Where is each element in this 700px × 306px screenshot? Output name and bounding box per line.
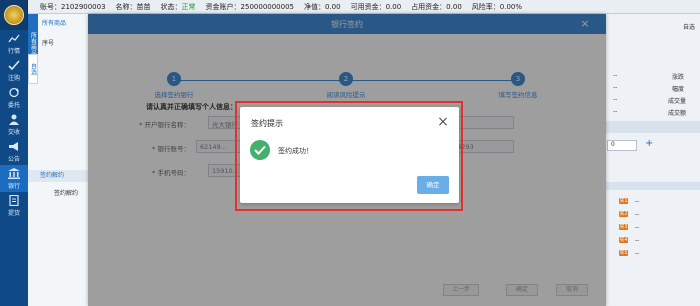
status-value: 正常 <box>181 2 196 11</box>
modal-ok-button[interactable]: 确定 <box>417 176 449 194</box>
dash: -- <box>613 108 618 115</box>
document-icon <box>9 194 19 206</box>
available-text: 可用资金：0.00 <box>350 2 402 11</box>
change-label: 涨跌 <box>672 74 685 81</box>
quantity-input[interactable]: 0 <box>607 140 637 151</box>
dash: -- <box>635 211 640 218</box>
column-seq: 序号 <box>42 40 55 47</box>
fund-account-text: 资金账户：250000000005 <box>205 2 294 11</box>
sidebar-item-label: 交收 <box>7 128 20 136</box>
turnover-label: 成交额 <box>668 110 687 117</box>
sidebar-item-bank[interactable]: 银行 <box>0 165 28 192</box>
sidebar-item-label: 公告 <box>7 155 20 163</box>
sign-section-header[interactable]: 签约解约 <box>28 170 90 182</box>
megaphone-icon <box>9 141 18 151</box>
bid-badge: 买2 <box>619 211 628 217</box>
sidebar-item-label: 提货 <box>7 209 20 217</box>
chart-icon <box>8 34 20 42</box>
sign-menu-item[interactable]: 签约解约 <box>54 188 78 197</box>
refresh-icon <box>9 87 19 97</box>
sidebar-item-notice[interactable]: 公告 <box>0 138 28 165</box>
sidebar-item-subscribe[interactable]: 注购 <box>0 57 28 84</box>
favorites-label[interactable]: 自选 <box>683 22 695 31</box>
bid-badge: 买3 <box>619 224 628 230</box>
dash: -- <box>635 237 640 244</box>
occupied-text: 占用资金：0.00 <box>411 2 462 11</box>
sidebar-item-label: 注购 <box>7 74 20 82</box>
sidebar-item-delivery[interactable]: 交收 <box>0 111 28 138</box>
bid-badge: 买5 <box>619 250 628 256</box>
plus-button[interactable]: + <box>645 138 653 149</box>
sidebar: 行情 注购 委托 交收 公告 银行 提货 <box>0 30 28 306</box>
dash: -- <box>613 72 618 79</box>
range-label: 幅度 <box>672 86 685 93</box>
section-divider <box>605 121 700 133</box>
net-text: 净值：0.00 <box>304 2 341 11</box>
sidebar-item-label: 委托 <box>7 101 20 109</box>
person-icon <box>9 114 19 125</box>
bid-badge: 买4 <box>619 237 628 243</box>
modal-close-icon[interactable]: × <box>436 115 450 129</box>
status-label: 状态： <box>160 2 182 11</box>
status-bar: 账号：2102900003 名称：苗苗 状态：正常 资金账户：250000000… <box>0 0 700 14</box>
sidebar-item-pickup[interactable]: 提货 <box>0 192 28 219</box>
quote-panel: 自选 -- 涨跌 -- 幅度 -- 成交量 -- 成交额 0 + 买1 -- 买2 -- 买… <box>605 14 700 306</box>
modal-message: 签约成功！ <box>278 147 313 155</box>
vertical-tab-favorites[interactable]: 自选 <box>28 54 38 84</box>
dash: -- <box>613 84 618 91</box>
dash: -- <box>635 198 640 205</box>
sidebar-item-market[interactable]: 行情 <box>0 30 28 57</box>
app-logo <box>0 0 28 30</box>
sidebar-item-label: 行情 <box>7 47 20 55</box>
sign-success-modal: 签约提示 × 签约成功！ 确定 <box>240 107 459 203</box>
dash: -- <box>635 224 640 231</box>
sidebar-item-label: 银行 <box>7 182 20 190</box>
status-text: 状态：正常 <box>161 2 196 12</box>
dash: -- <box>613 96 618 103</box>
modal-title: 签约提示 <box>251 119 283 128</box>
tab-all-products[interactable]: 所有商品 <box>42 18 66 27</box>
bid-badge: 买1 <box>619 198 628 204</box>
sidebar-item-orders[interactable]: 委托 <box>0 84 28 111</box>
dash: -- <box>635 250 640 257</box>
success-check-icon <box>250 140 270 160</box>
risk-text: 风险率：0.00% <box>471 2 523 11</box>
account-text: 账号：2102900003 <box>40 2 106 11</box>
volume-label: 成交量 <box>668 98 687 105</box>
bank-icon <box>8 167 20 179</box>
logo-emblem <box>3 5 24 25</box>
product-list-panel: 所有商品 自选 所有商品 序号 签约解约 签约解约 <box>28 14 90 306</box>
check-icon <box>8 59 20 70</box>
section-divider <box>605 182 700 190</box>
name-text: 名称：苗苗 <box>115 2 151 11</box>
